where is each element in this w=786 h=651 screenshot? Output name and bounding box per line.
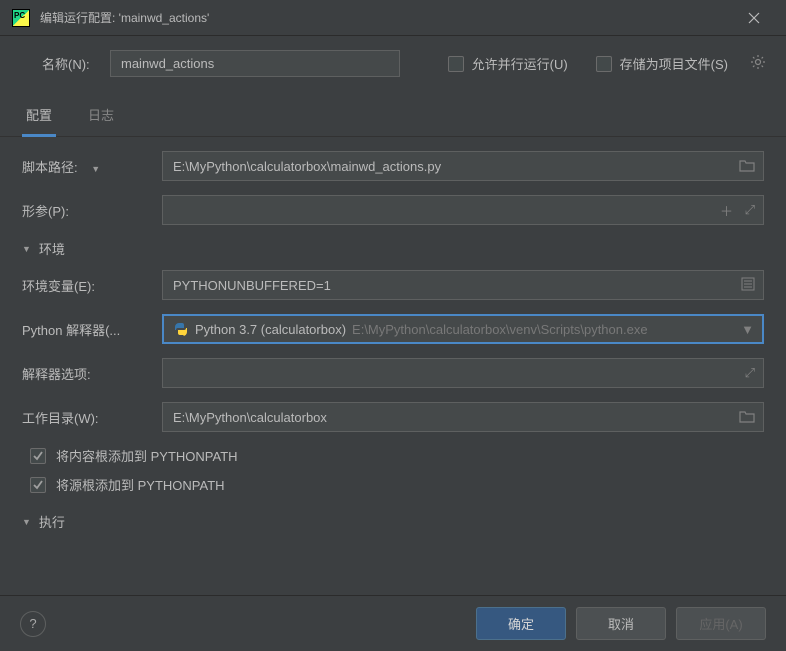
chevron-down-icon: ▼ — [22, 517, 31, 527]
window-title: 编辑运行配置: 'mainwd_actions' — [40, 9, 734, 26]
pycharm-icon — [12, 9, 30, 27]
apply-button[interactable]: 应用(A) — [676, 607, 766, 640]
save-project-label: 存储为项目文件(S) — [620, 54, 728, 73]
expand-icon[interactable]: ⤢ — [745, 365, 755, 381]
env-vars-input[interactable]: PYTHONUNBUFFERED=1 — [162, 270, 764, 300]
help-button[interactable]: ? — [20, 611, 46, 637]
params-input[interactable]: ＋ ⤢ — [162, 195, 764, 225]
python-icon — [173, 321, 189, 337]
tab-config[interactable]: 配置 — [22, 97, 56, 137]
workdir-label: 工作目录(W): — [22, 408, 162, 427]
env-vars-label: 环境变量(E): — [22, 276, 162, 295]
chevron-down-icon[interactable]: ▼ — [741, 322, 754, 337]
tab-logs[interactable]: 日志 — [84, 97, 118, 136]
tabs: 配置 日志 — [0, 87, 786, 137]
name-label: 名称(N): — [42, 54, 96, 73]
parallel-run-checkbox[interactable]: 允许并行运行(U) — [448, 54, 568, 73]
interpreter-dropdown[interactable]: Python 3.7 (calculatorbox) E:\MyPython\c… — [162, 314, 764, 344]
checkbox-icon — [448, 56, 464, 72]
parallel-run-label: 允许并行运行(U) — [472, 54, 568, 73]
add-source-roots-label: 将源根添加到 PYTHONPATH — [56, 475, 225, 494]
interpreter-name: Python 3.7 (calculatorbox) — [195, 322, 346, 337]
params-label: 形参(P): — [22, 201, 162, 220]
close-button[interactable] — [734, 0, 774, 36]
ok-button[interactable]: 确定 — [476, 607, 566, 640]
titlebar: 编辑运行配置: 'mainwd_actions' — [0, 0, 786, 36]
env-section-header[interactable]: ▼ 环境 — [22, 239, 764, 258]
chevron-down-icon[interactable]: ▼ — [91, 164, 100, 174]
interpreter-path: E:\MyPython\calculatorbox\venv\Scripts\p… — [352, 322, 648, 337]
cancel-button[interactable]: 取消 — [576, 607, 666, 640]
save-project-checkbox[interactable]: 存储为项目文件(S) — [596, 54, 728, 73]
checkbox-icon — [30, 477, 46, 493]
gear-icon[interactable] — [750, 54, 766, 73]
chevron-down-icon: ▼ — [22, 244, 31, 254]
close-icon — [748, 12, 760, 24]
script-path-label: 脚本路径: ▼ — [22, 157, 162, 176]
interp-options-input[interactable]: ⤢ — [162, 358, 764, 388]
checkbox-icon — [30, 448, 46, 464]
plus-icon[interactable]: ＋ — [720, 201, 733, 220]
exec-section-header[interactable]: ▼ 执行 — [22, 512, 764, 531]
folder-icon[interactable] — [739, 158, 755, 175]
folder-icon[interactable] — [739, 409, 755, 426]
name-row: 名称(N): 允许并行运行(U) 存储为项目文件(S) — [0, 36, 786, 87]
add-source-roots-checkbox[interactable]: 将源根添加到 PYTHONPATH — [30, 475, 764, 494]
dialog-footer: ? 确定 取消 应用(A) — [0, 595, 786, 651]
add-content-roots-label: 将内容根添加到 PYTHONPATH — [56, 446, 238, 465]
workdir-input[interactable]: E:\MyPython\calculatorbox — [162, 402, 764, 432]
add-content-roots-checkbox[interactable]: 将内容根添加到 PYTHONPATH — [30, 446, 764, 465]
name-input[interactable] — [110, 50, 400, 77]
list-icon[interactable] — [741, 277, 755, 294]
checkbox-icon — [596, 56, 612, 72]
script-path-input[interactable]: E:\MyPython\calculatorbox\mainwd_actions… — [162, 151, 764, 181]
config-panel: 脚本路径: ▼ E:\MyPython\calculatorbox\mainwd… — [0, 137, 786, 607]
expand-icon[interactable]: ⤢ — [745, 202, 755, 218]
interpreter-label: Python 解释器(... — [22, 320, 162, 339]
interp-options-label: 解释器选项: — [22, 364, 162, 383]
